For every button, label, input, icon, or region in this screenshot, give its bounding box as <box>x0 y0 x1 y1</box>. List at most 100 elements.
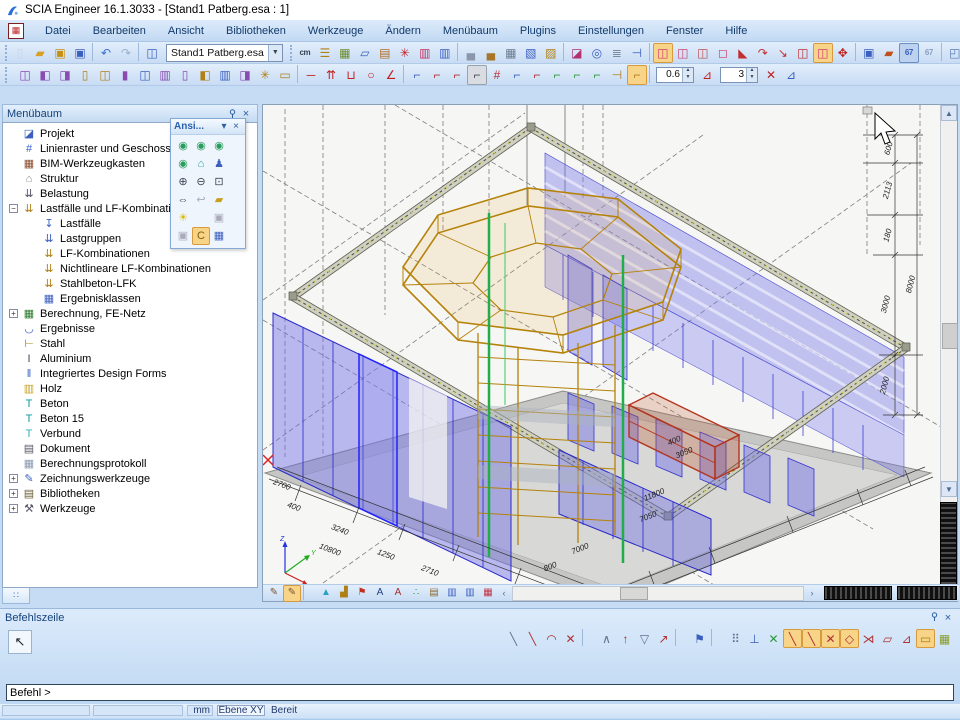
expander-icon[interactable]: + <box>9 504 18 513</box>
haunch-icon-7[interactable]: ⌐ <box>527 65 547 85</box>
angle-red-icon[interactable]: ∠ <box>381 65 401 85</box>
chevron-down-icon[interactable]: ▼ <box>268 45 282 61</box>
toolbar-separator[interactable] <box>709 629 726 646</box>
haunch-icon-2[interactable]: ⌐ <box>427 65 447 85</box>
activity-wheel-icon[interactable]: ✳ <box>395 43 415 63</box>
expander-icon[interactable]: + <box>9 474 18 483</box>
scrollbar-thumb[interactable] <box>942 323 958 349</box>
menu-item[interactable]: Ändern <box>374 22 431 40</box>
member-tool-icon-9[interactable]: ◫ <box>813 43 833 63</box>
snap-line-icon[interactable]: ╲ <box>504 629 523 648</box>
vertical-grip-bar[interactable] <box>940 502 957 585</box>
print-icon[interactable]: ▄ <box>461 43 481 63</box>
member-tool-icon-6[interactable]: ↷ <box>753 43 773 63</box>
project-selector[interactable]: Stand1 Patberg.esa ▼ <box>166 44 283 62</box>
rail-blue-icon[interactable]: ▥ <box>435 43 455 63</box>
document-window-icon[interactable]: ▦ <box>8 23 24 39</box>
support-icon[interactable]: ⇈ <box>321 65 341 85</box>
profile-icon-3[interactable]: ◨ <box>55 65 75 85</box>
render-wire-icon[interactable]: ✎ <box>283 585 301 602</box>
view-z-icon[interactable]: ◉ <box>210 137 228 155</box>
line-red-icon[interactable]: ─ <box>301 65 321 85</box>
menu-item[interactable]: Plugins <box>509 22 567 40</box>
status-units[interactable]: mm <box>187 705 213 716</box>
haunch-icon-8[interactable]: ⌐ <box>547 65 567 85</box>
colors-icon[interactable]: C <box>192 227 210 245</box>
profile-icon-9[interactable]: ▯ <box>175 65 195 85</box>
haunch-icon-11[interactable]: ⊣ <box>607 65 627 85</box>
clamp-icon[interactable]: ⊔ <box>341 65 361 85</box>
redo-icon[interactable]: ↷ <box>116 43 136 63</box>
camera-icon-1[interactable]: ▣ <box>210 209 228 227</box>
tree-item-stahl[interactable]: ⊢ Stahl <box>3 336 257 351</box>
preview-icon[interactable]: ◎ <box>587 43 607 63</box>
scale-icon[interactable]: ⊿ <box>697 65 717 85</box>
snap-number-icon[interactable]: ⊿ <box>781 65 801 85</box>
menu-item[interactable]: Menübaum <box>432 22 509 40</box>
toolbar-separator[interactable] <box>673 629 690 646</box>
view-y-icon[interactable]: ◉ <box>192 137 210 155</box>
snap-arc-icon[interactable]: ◠ <box>542 629 561 648</box>
tree-item-zeichnungswerkzeuge[interactable]: + ✎ Zeichnungswerkzeuge <box>3 471 257 486</box>
haunch-icon-12[interactable]: ⌐ <box>627 65 647 85</box>
expander-icon[interactable]: − <box>9 204 18 213</box>
tree-item-berechnung[interactable]: + ▦ Berechnung, FE-Netz <box>3 306 257 321</box>
command-input[interactable]: Befehl > <box>6 684 954 701</box>
menu-item[interactable]: Werkzeuge <box>297 22 374 40</box>
count-spinner[interactable]: 3 ▲▼ <box>720 67 758 83</box>
expander-icon[interactable]: + <box>9 309 18 318</box>
toggle-67-off-icon[interactable]: 67 <box>919 43 939 63</box>
toolbar-separator[interactable] <box>580 629 597 646</box>
scroll-right-icon[interactable]: › <box>805 586 819 601</box>
snap-green-icon[interactable]: ✕ <box>764 629 783 648</box>
haunch-icon-3[interactable]: ⌐ <box>447 65 467 85</box>
levels-icon[interactable]: ≣ <box>607 43 627 63</box>
split-window-icon[interactable]: ◫ <box>142 43 162 63</box>
table-input-icon[interactable]: ▦ <box>935 629 954 648</box>
beam-labels-icon-1[interactable]: ▥ <box>443 585 461 602</box>
toolbar-separator[interactable] <box>647 65 653 83</box>
member-tool-icon-3[interactable]: ◫ <box>693 43 713 63</box>
snap-edge-icon[interactable]: ⋊ <box>859 629 878 648</box>
haunch-icon-1[interactable]: ⌐ <box>407 65 427 85</box>
light-icon[interactable]: ☀ <box>174 209 192 227</box>
snap-active-icon-1[interactable]: ╲ <box>783 629 802 648</box>
menu-item[interactable]: Einstellungen <box>567 22 655 40</box>
toolbar-separator[interactable] <box>647 43 653 61</box>
monitor-icon[interactable]: ▦ <box>210 227 228 245</box>
document-icon[interactable]: ▧ <box>521 43 541 63</box>
save-combination-icon[interactable]: ▣ <box>859 43 879 63</box>
gallery-icon[interactable]: ◪ <box>567 43 587 63</box>
member-tool-icon-2[interactable]: ◫ <box>673 43 693 63</box>
results-icon[interactable]: ▟ <box>335 585 353 602</box>
clipping-box-icon[interactable]: ▰ <box>210 191 228 209</box>
profile-icon-4[interactable]: ▯ <box>75 65 95 85</box>
horizontal-grip-bar-2[interactable] <box>897 586 957 600</box>
member-tool-icon-7[interactable]: ↘ <box>773 43 793 63</box>
circle-red-icon[interactable]: ○ <box>361 65 381 85</box>
tree-item-berechnungsprotokoll[interactable]: ▦ Berechnungsprotokoll <box>3 456 257 471</box>
profile-icon-11[interactable]: ▥ <box>215 65 235 85</box>
pin-icon[interactable] <box>927 612 941 624</box>
tree-item-beton[interactable]: T Beton <box>3 396 257 411</box>
units-icon[interactable]: cm <box>295 43 315 63</box>
toggle-67-icon[interactable]: 67 <box>899 43 919 63</box>
snap-active-icon-2[interactable]: ╲ <box>802 629 821 648</box>
scale-spinner[interactable]: 0.6 ▲▼ <box>656 67 694 83</box>
profile-icon-1[interactable]: ◫ <box>15 65 35 85</box>
toolbar-grip[interactable] <box>290 45 292 61</box>
profile-icon-6[interactable]: ▮ <box>115 65 135 85</box>
nodes-icon[interactable]: ∴ <box>407 585 425 602</box>
tree-item-stahlbeton-lfk[interactable]: ⇊ Stahlbeton-LFK <box>3 276 257 291</box>
close-icon[interactable]: × <box>230 121 242 132</box>
tree-item-ergebnisse[interactable]: ◡ Ergebnisse <box>3 321 257 336</box>
walk-mode-icon[interactable]: ♟ <box>210 155 228 173</box>
document-view-icon[interactable]: ▤ <box>425 585 443 602</box>
tree-item-ergebnisklassen[interactable]: ▦ Ergebnisklassen <box>3 291 257 306</box>
member-tool-icon-8[interactable]: ◫ <box>793 43 813 63</box>
haunch-icon-5[interactable]: # <box>487 65 507 85</box>
view-toolbar-header[interactable]: Ansi... ▾ × <box>171 119 245 135</box>
expander-icon[interactable]: + <box>9 489 18 498</box>
zoom-window-icon[interactable]: ⊡ <box>210 173 228 191</box>
toolbar-separator[interactable] <box>455 43 461 61</box>
